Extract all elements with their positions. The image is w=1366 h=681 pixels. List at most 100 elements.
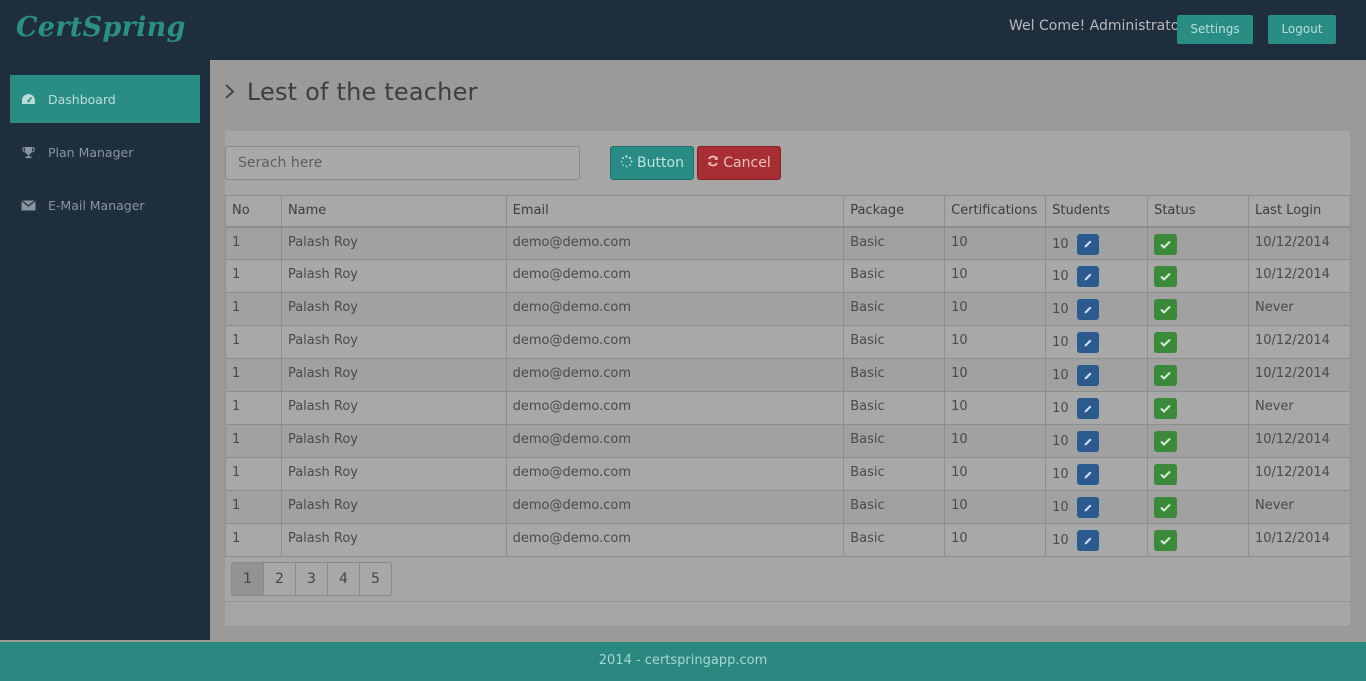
table-row[interactable]: 1 Palash Roy demo@demo.com Basic 10 10 10/12/2…: [225, 226, 1352, 260]
page-title: Lest of the teacher: [224, 78, 478, 106]
cell-name: Palash Roy: [280, 457, 507, 491]
cell-status: [1147, 391, 1249, 425]
cell-last-login: 10/12/2014: [1247, 457, 1352, 491]
cell-name: Palash Roy: [280, 325, 507, 359]
students-count: 10: [1052, 434, 1069, 449]
sidebar-item-dashboard[interactable]: Dashboard: [10, 75, 200, 123]
cell-certifications: 10: [944, 292, 1047, 326]
students-count: 10: [1052, 500, 1069, 515]
page-title-text: Lest of the teacher: [246, 78, 478, 106]
column-header-last-login[interactable]: Last Login: [1247, 195, 1352, 228]
students-count: 10: [1052, 269, 1069, 284]
cell-package: Basic: [843, 391, 946, 425]
table-row[interactable]: 1 Palash Roy demo@demo.com Basic 10 10 10/12/2…: [225, 259, 1352, 293]
envelope-icon: [20, 198, 36, 212]
cell-students: 10: [1045, 259, 1149, 293]
cell-name: Palash Roy: [280, 490, 507, 524]
table-row[interactable]: 1 Palash Roy demo@demo.com Basic 10 10 10/12/2…: [225, 358, 1352, 392]
cell-email: demo@demo.com: [505, 424, 845, 458]
edit-students-button[interactable]: [1076, 233, 1099, 255]
status-toggle[interactable]: [1154, 497, 1178, 518]
table-row[interactable]: 1 Palash Roy demo@demo.com Basic 10 10 Never: [225, 490, 1352, 524]
logout-button[interactable]: Logout: [1268, 15, 1336, 44]
status-toggle[interactable]: [1154, 431, 1178, 452]
students-count: 10: [1052, 533, 1069, 548]
cell-certifications: 10: [944, 391, 1047, 425]
table-row[interactable]: 1 Palash Roy demo@demo.com Basic 10 10 10/12/2…: [225, 325, 1352, 359]
edit-students-button[interactable]: [1076, 431, 1099, 452]
refresh-icon: [707, 155, 719, 171]
table-row[interactable]: 1 Palash Roy demo@demo.com Basic 10 10 10/12/2…: [225, 424, 1352, 458]
table-row[interactable]: 1 Palash Roy demo@demo.com Basic 10 10 10/12/2…: [225, 523, 1352, 557]
column-header-status[interactable]: Status: [1147, 195, 1249, 228]
edit-students-button[interactable]: [1076, 530, 1099, 551]
cell-package: Basic: [843, 259, 946, 293]
column-header-no[interactable]: No: [225, 195, 282, 228]
page-link[interactable]: 4: [327, 562, 360, 596]
column-header-email[interactable]: Email: [505, 195, 845, 228]
students-count: 10: [1052, 335, 1069, 350]
edit-students-button[interactable]: [1076, 299, 1099, 320]
search-input[interactable]: [225, 146, 580, 180]
column-header-name[interactable]: Name: [280, 195, 507, 228]
pencil-icon: [1083, 404, 1093, 414]
status-toggle[interactable]: [1154, 365, 1178, 386]
cell-students: 10: [1045, 424, 1149, 458]
edit-students-button[interactable]: [1076, 266, 1099, 287]
cell-email: demo@demo.com: [505, 358, 845, 392]
cell-certifications: 10: [944, 358, 1047, 392]
cell-package: Basic: [843, 457, 946, 491]
edit-students-button[interactable]: [1076, 365, 1099, 386]
sidebar: Dashboard Plan Manager E-Mail Manager: [0, 60, 210, 640]
table-row[interactable]: 1 Palash Roy demo@demo.com Basic 10 10 Never: [225, 391, 1352, 425]
status-toggle[interactable]: [1154, 266, 1178, 287]
cell-no: 1: [225, 391, 282, 425]
edit-students-button[interactable]: [1076, 497, 1099, 518]
cell-email: demo@demo.com: [505, 490, 845, 524]
page-link[interactable]: 3: [295, 562, 328, 596]
page-link[interactable]: 1: [231, 562, 264, 596]
page-link[interactable]: 5: [359, 562, 392, 596]
status-toggle[interactable]: [1154, 530, 1178, 551]
status-toggle[interactable]: [1154, 398, 1178, 419]
app-logo[interactable]: CertSpring: [16, 12, 186, 43]
cell-certifications: 10: [944, 424, 1047, 458]
column-header-certifications[interactable]: Certifications: [944, 195, 1047, 228]
cell-last-login: 10/12/2014: [1247, 226, 1352, 260]
table-row[interactable]: 1 Palash Roy demo@demo.com Basic 10 10 10/12/2…: [225, 457, 1352, 491]
status-toggle[interactable]: [1154, 332, 1178, 353]
pagination: 12345: [231, 562, 392, 596]
cell-certifications: 10: [944, 523, 1047, 557]
sidebar-item-plan-manager[interactable]: Plan Manager: [10, 128, 200, 176]
pencil-icon: [1083, 305, 1093, 315]
cell-certifications: 10: [944, 259, 1047, 293]
cell-status: [1147, 325, 1249, 359]
check-icon: [1160, 371, 1171, 380]
cell-certifications: 10: [944, 325, 1047, 359]
column-header-students[interactable]: Students: [1045, 195, 1149, 228]
cell-last-login: 10/12/2014: [1247, 424, 1352, 458]
dashboard-icon: [20, 92, 36, 106]
cell-last-login: Never: [1247, 490, 1352, 524]
settings-button[interactable]: Settings: [1177, 15, 1253, 44]
status-toggle[interactable]: [1154, 233, 1178, 255]
sidebar-item-label: Dashboard: [48, 91, 116, 107]
trophy-icon: [20, 145, 36, 159]
status-toggle[interactable]: [1154, 299, 1178, 320]
sidebar-item-email-manager[interactable]: E-Mail Manager: [10, 181, 200, 229]
cell-email: demo@demo.com: [505, 325, 845, 359]
page-link[interactable]: 2: [263, 562, 296, 596]
status-toggle[interactable]: [1154, 464, 1178, 485]
cell-students: 10: [1045, 292, 1149, 326]
column-header-package[interactable]: Package: [843, 195, 946, 228]
edit-students-button[interactable]: [1076, 464, 1099, 485]
cell-last-login: 10/12/2014: [1247, 259, 1352, 293]
cell-package: Basic: [843, 325, 946, 359]
cell-last-login: Never: [1247, 292, 1352, 326]
edit-students-button[interactable]: [1076, 332, 1099, 353]
primary-button[interactable]: Button: [610, 146, 694, 180]
table-row[interactable]: 1 Palash Roy demo@demo.com Basic 10 10 Never: [225, 292, 1352, 326]
check-icon: [1160, 305, 1171, 314]
cancel-button[interactable]: Cancel: [697, 146, 781, 180]
edit-students-button[interactable]: [1076, 398, 1099, 419]
